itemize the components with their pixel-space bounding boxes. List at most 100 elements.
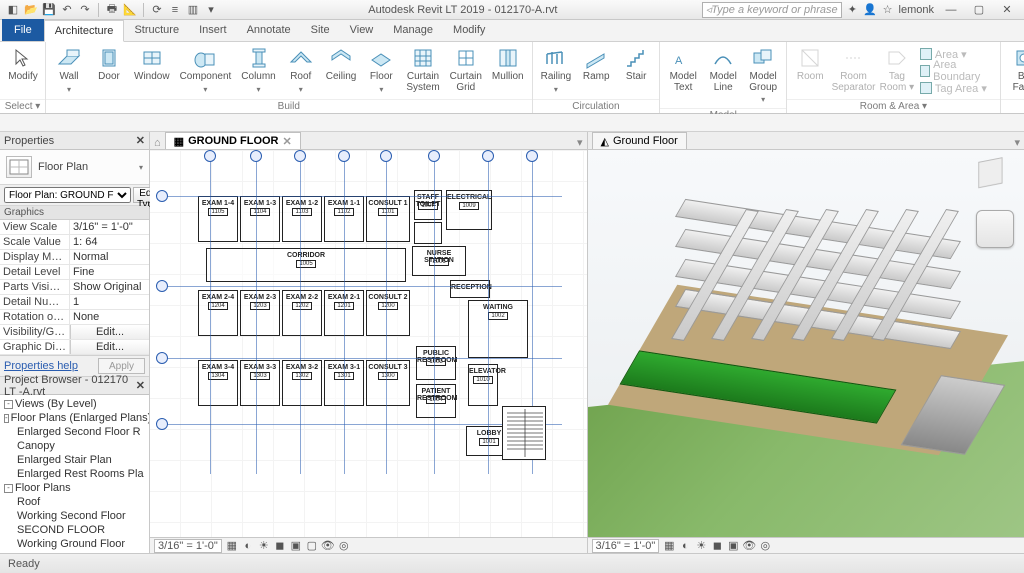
hide-isolate-icon[interactable]: 👁	[743, 540, 755, 552]
tree-node[interactable]: Enlarged Second Floor R	[2, 425, 147, 439]
apply-button[interactable]: Apply	[98, 358, 145, 374]
property-value[interactable]: None	[70, 310, 149, 324]
room[interactable]: EXAM 3-41304	[198, 360, 238, 406]
crop-view-icon[interactable]: ▣	[290, 540, 302, 552]
panel-label-room-area[interactable]: Room & Area ▾	[787, 99, 1000, 113]
model-line-button[interactable]: Model Line	[706, 44, 740, 95]
panel-label-select[interactable]: Select ▾	[0, 99, 45, 113]
navigation-wheel[interactable]	[976, 210, 1014, 248]
property-value[interactable]: Fine	[70, 265, 149, 279]
thin-lines-icon[interactable]: ≡	[168, 3, 182, 17]
help-search-input[interactable]: ◃ Type a keyword or phrase	[702, 2, 842, 18]
room[interactable]: PATIENT RESTROOM1004	[416, 384, 456, 418]
visual-style-icon[interactable]: ◐	[242, 540, 254, 552]
room-button[interactable]: Room	[793, 44, 827, 85]
close-hidden-icon[interactable]: ▥	[186, 3, 200, 17]
railing-button[interactable]: Railing▾	[539, 44, 574, 96]
detail-level-icon[interactable]: ▦	[226, 540, 238, 552]
measure-icon[interactable]: 📐	[123, 3, 137, 17]
tab-manage[interactable]: Manage	[383, 19, 443, 41]
home-views-icon[interactable]: ⌂	[154, 137, 161, 149]
tab-insert[interactable]: Insert	[189, 19, 237, 41]
view-tab-ground-floor-3d[interactable]: ◭ Ground Floor	[592, 132, 687, 149]
tab-architecture[interactable]: Architecture	[44, 20, 125, 42]
detail-level-icon[interactable]: ▦	[663, 540, 675, 552]
room[interactable]: EXAM 3-31303	[240, 360, 280, 406]
switch-windows-icon[interactable]: ▾	[204, 3, 218, 17]
tree-node[interactable]: SECOND FLOOR	[2, 523, 147, 537]
property-row[interactable]: Scale Value1: 64	[0, 235, 149, 250]
view-menu-icon[interactable]: ▾	[577, 136, 587, 149]
file-tab[interactable]: File	[2, 19, 44, 41]
mullion-button[interactable]: Mullion	[490, 44, 526, 85]
shadows-icon[interactable]: ◼	[711, 540, 723, 552]
by-face-button[interactable]: By Face	[1007, 44, 1024, 95]
room[interactable]: CONSULT 21200	[366, 290, 410, 336]
door-button[interactable]: Door	[92, 44, 126, 85]
tab-site[interactable]: Site	[301, 19, 340, 41]
stair-button[interactable]: Stair	[619, 44, 653, 85]
close-icon[interactable]: ✕	[283, 135, 292, 148]
property-value[interactable]: 3/16" = 1'-0"	[70, 220, 149, 234]
modify-button[interactable]: Modify	[6, 44, 40, 85]
room[interactable]: WAITING1002	[468, 300, 528, 358]
sun-path-icon[interactable]: ☀	[258, 540, 270, 552]
project-browser[interactable]: -Views (By Level)-Floor Plans (Enlarged …	[0, 395, 149, 553]
tree-node[interactable]: -Views (By Level)	[2, 397, 147, 411]
tag-room-button[interactable]: Tag Room ▾	[880, 44, 914, 95]
room[interactable]: EXAM 2-41204	[198, 290, 238, 336]
property-row[interactable]: Graphic Displ...Edit...	[0, 340, 149, 355]
room[interactable]: PUBLIC RESTROOM1003	[416, 346, 456, 380]
tree-node[interactable]: Roof	[2, 495, 147, 509]
crop-view-icon[interactable]: ▣	[727, 540, 739, 552]
property-row[interactable]: Detail Number1	[0, 295, 149, 310]
property-value[interactable]: 1	[70, 295, 149, 309]
reveal-hidden-icon[interactable]: ◎	[759, 540, 771, 552]
view-menu-icon[interactable]: ▾	[1014, 136, 1024, 149]
roof-button[interactable]: Roof▾	[284, 44, 318, 96]
room[interactable]: CONSULT 31300	[366, 360, 410, 406]
ceiling-button[interactable]: Ceiling	[324, 44, 359, 85]
tree-node[interactable]: -Floor Plans (Enlarged Plans)	[2, 411, 147, 425]
tab-structure[interactable]: Structure	[124, 19, 189, 41]
room-separator-button[interactable]: Room Separator	[833, 44, 874, 95]
properties-header[interactable]: Properties✕	[0, 132, 149, 150]
tree-node[interactable]: Working Second Floor	[2, 509, 147, 523]
room[interactable]: STAFF TOILET1007	[414, 190, 442, 220]
type-selector[interactable]: Floor Plan ▾	[0, 150, 149, 185]
view-scale[interactable]: 3/16" = 1'-0"	[592, 539, 660, 553]
open-icon[interactable]: 📂	[24, 3, 38, 17]
view-scale[interactable]: 3/16" = 1'-0"	[154, 539, 222, 553]
column-button[interactable]: Column▾	[239, 44, 277, 96]
reveal-hidden-icon[interactable]: ◎	[338, 540, 350, 552]
save-icon[interactable]: 💾	[42, 3, 56, 17]
maximize-button[interactable]: ▢	[968, 2, 990, 18]
app-menu-icon[interactable]: ◧	[6, 3, 20, 17]
model-text-button[interactable]: AModel Text	[666, 44, 700, 95]
tree-toggle-icon[interactable]: -	[4, 400, 13, 409]
curtain-grid-button[interactable]: Curtain Grid	[448, 44, 484, 95]
crop-region-icon[interactable]: ▢	[306, 540, 318, 552]
sync-icon[interactable]: ⟳	[150, 3, 164, 17]
minimize-button[interactable]: —	[940, 2, 962, 18]
hide-isolate-icon[interactable]: 👁	[322, 540, 334, 552]
visual-style-icon[interactable]: ◐	[679, 540, 691, 552]
properties-help-link[interactable]: Properties help	[4, 360, 78, 372]
ramp-button[interactable]: Ramp	[579, 44, 613, 85]
room[interactable]: EXAM 3-21302	[282, 360, 322, 406]
tree-node[interactable]: Enlarged Rest Rooms Pla	[2, 467, 147, 481]
curtain-system-button[interactable]: Curtain System	[404, 44, 441, 95]
tree-node[interactable]: Enlarged Stair Plan	[2, 453, 147, 467]
group-graphics[interactable]: Graphics	[0, 206, 149, 220]
room[interactable]: EXAM 1-21103	[282, 196, 322, 242]
property-row[interactable]: Display ModelNormal	[0, 250, 149, 265]
tab-view[interactable]: View	[340, 19, 384, 41]
room[interactable]: EXAM 2-31203	[240, 290, 280, 336]
property-value[interactable]: 1: 64	[70, 235, 149, 249]
property-value[interactable]: Edit...	[70, 340, 149, 354]
wall-button[interactable]: Wall▾	[52, 44, 86, 96]
instance-selector[interactable]: Floor Plan: GROUND F	[4, 187, 131, 203]
redo-icon[interactable]: ↷	[78, 3, 92, 17]
room[interactable]: NURSE STATION1006	[412, 246, 466, 276]
view-cube[interactable]	[978, 156, 1007, 194]
